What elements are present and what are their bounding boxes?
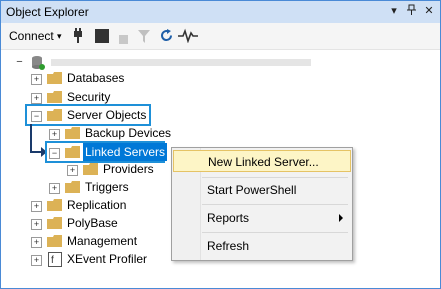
expand-icon[interactable]: +	[49, 129, 60, 140]
menu-item-label: New Linked Server...	[208, 155, 319, 169]
collapse-icon[interactable]: −	[31, 111, 42, 122]
expand-icon[interactable]: +	[49, 183, 60, 194]
expand-icon[interactable]: +	[31, 201, 42, 212]
folder-icon	[65, 127, 81, 139]
object-explorer-window: Object Explorer ▾ ✕ Connect ▾ − + Databa…	[0, 0, 441, 289]
expand-icon[interactable]: +	[31, 255, 42, 266]
connect-label: Connect	[9, 29, 54, 43]
folder-icon	[65, 146, 81, 158]
menu-separator	[202, 232, 348, 233]
folder-icon	[47, 217, 63, 229]
management-label: Management	[67, 234, 138, 248]
folder-icon	[47, 199, 63, 211]
expand-icon[interactable]: +	[67, 165, 78, 176]
pin-icon[interactable]	[405, 4, 419, 18]
context-menu: New Linked Server... Start PowerShell Re…	[171, 147, 353, 261]
folder-icon	[65, 181, 81, 193]
replication-label: Replication	[67, 198, 127, 212]
menu-separator	[202, 204, 348, 205]
menu-item-reports[interactable]: Reports	[173, 207, 351, 229]
plug-icon[interactable]	[71, 27, 85, 43]
expand-icon[interactable]: +	[31, 93, 42, 104]
connect-button[interactable]: Connect	[9, 28, 54, 44]
connect-dropdown-icon[interactable]: ▾	[57, 28, 62, 44]
menu-item-label: Refresh	[207, 239, 250, 253]
filter-icon[interactable]	[138, 30, 150, 46]
stop-icon[interactable]	[95, 29, 109, 45]
toolbar: Connect ▾	[1, 23, 440, 50]
folder-icon	[47, 109, 63, 121]
refresh-icon[interactable]	[159, 28, 174, 44]
menu-item-label: Start PowerShell	[207, 183, 297, 197]
providers-label: Providers	[103, 162, 154, 176]
xevent-profiler-label: XEvent Profiler	[67, 252, 148, 266]
triggers-label: Triggers	[85, 180, 129, 194]
expand-icon[interactable]: +	[31, 74, 42, 85]
linked-servers-label: Linked Servers	[83, 143, 168, 161]
collapse-icon[interactable]: −	[15, 57, 24, 68]
expand-icon[interactable]: +	[31, 219, 42, 230]
menu-item-refresh[interactable]: Refresh	[173, 235, 351, 257]
dropdown-arrow-icon[interactable]: ▾	[387, 4, 401, 18]
submenu-arrow-icon	[339, 214, 343, 222]
database-server-icon	[31, 55, 45, 76]
title-bar: Object Explorer ▾ ✕	[1, 1, 440, 23]
xevent-profiler-icon: f	[48, 252, 62, 272]
disconnect-icon[interactable]	[119, 32, 128, 48]
menu-item-new-linked-server[interactable]: New Linked Server...	[173, 150, 351, 172]
polybase-label: PolyBase	[67, 216, 118, 230]
activity-monitor-icon[interactable]	[178, 28, 198, 44]
expand-icon[interactable]: +	[31, 237, 42, 248]
databases-label: Databases	[67, 71, 125, 85]
svg-text:f: f	[51, 255, 54, 266]
menu-separator	[202, 177, 348, 178]
server-name-redacted	[51, 59, 311, 66]
folder-icon	[83, 163, 99, 175]
close-icon[interactable]: ✕	[422, 4, 436, 18]
server-objects-label: Server Objects	[67, 108, 147, 122]
folder-icon	[47, 91, 63, 103]
window-title: Object Explorer	[6, 5, 89, 19]
folder-icon	[47, 235, 63, 247]
menu-item-label: Reports	[207, 211, 250, 225]
backup-devices-label: Backup Devices	[85, 126, 172, 140]
connector-arrow-vertical	[30, 124, 32, 152]
folder-icon	[47, 72, 63, 84]
collapse-icon[interactable]: −	[49, 148, 60, 159]
menu-item-start-powershell[interactable]: Start PowerShell	[173, 179, 351, 201]
